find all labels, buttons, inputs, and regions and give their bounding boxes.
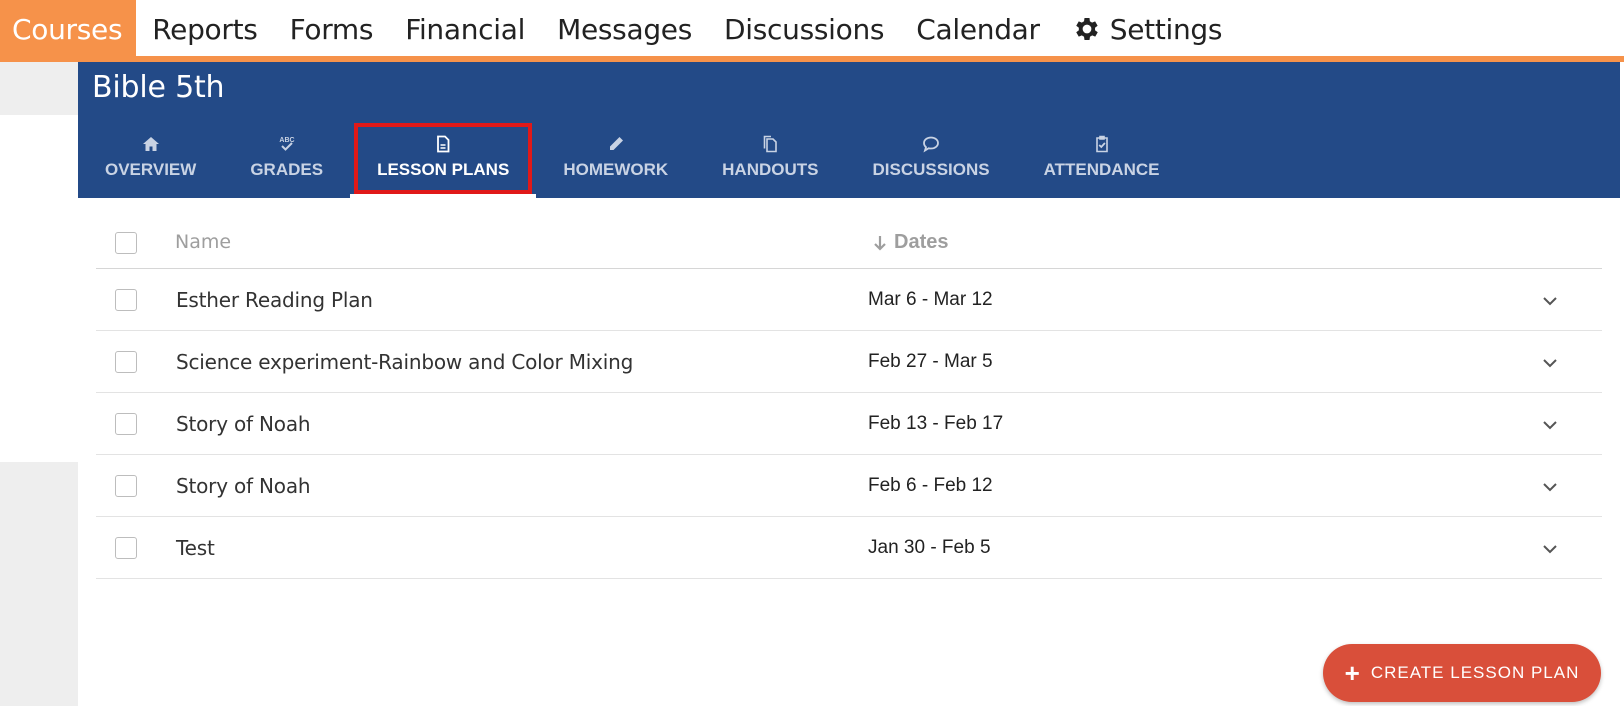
tab-overview[interactable]: OVERVIEW bbox=[78, 122, 223, 198]
chevron-down-icon[interactable] bbox=[1540, 477, 1560, 497]
nav-reports[interactable]: Reports bbox=[136, 0, 273, 58]
tab-handouts-label: HANDOUTS bbox=[722, 160, 819, 179]
row-checkbox[interactable] bbox=[115, 475, 137, 497]
tab-grades-label: GRADES bbox=[250, 160, 324, 179]
home-icon bbox=[142, 137, 159, 151]
left-gutter-bottom bbox=[0, 462, 78, 706]
table-row[interactable]: Story of Noah Feb 6 - Feb 12 bbox=[96, 455, 1602, 517]
lesson-name[interactable]: Science experiment-Rainbow and Color Mix… bbox=[176, 350, 633, 374]
arrow-down-icon bbox=[874, 235, 886, 251]
lesson-dates: Feb 13 - Feb 17 bbox=[868, 413, 1004, 434]
tab-overview-label: OVERVIEW bbox=[105, 160, 197, 179]
create-lesson-plan-button[interactable]: + CREATE LESSON PLAN bbox=[1323, 644, 1601, 702]
nav-calendar[interactable]: Calendar bbox=[900, 0, 1056, 58]
gear-icon bbox=[1076, 18, 1098, 40]
table-row[interactable]: Science experiment-Rainbow and Color Mix… bbox=[96, 331, 1602, 393]
row-checkbox[interactable] bbox=[115, 351, 137, 373]
pencil-icon bbox=[609, 137, 623, 152]
tab-discussions-label: DISCUSSIONS bbox=[872, 160, 990, 179]
chevron-down-icon[interactable] bbox=[1540, 291, 1560, 311]
course-header: Bible 5th OVERVIEW ABC GRADES LESSON PLA… bbox=[78, 62, 1620, 198]
row-checkbox[interactable] bbox=[115, 289, 137, 311]
lesson-dates: Mar 6 - Mar 12 bbox=[868, 289, 993, 310]
lesson-plans-table: Name Dates Esther Reading Plan Mar 6 - M… bbox=[96, 215, 1602, 579]
tab-handouts[interactable]: HANDOUTS bbox=[695, 122, 845, 198]
table-header: Name Dates bbox=[96, 215, 1602, 269]
table-row[interactable]: Esther Reading Plan Mar 6 - Mar 12 bbox=[96, 269, 1602, 331]
plus-icon: + bbox=[1344, 658, 1361, 688]
table-row[interactable]: Story of Noah Feb 13 - Feb 17 bbox=[96, 393, 1602, 455]
chevron-down-icon[interactable] bbox=[1540, 415, 1560, 435]
clipboard-check-icon bbox=[1095, 135, 1108, 153]
tab-lesson-plans-label: LESSON PLANS bbox=[377, 160, 510, 179]
chevron-down-icon[interactable] bbox=[1540, 353, 1560, 373]
tab-homework[interactable]: HOMEWORK bbox=[536, 122, 695, 198]
column-header-name[interactable]: Name bbox=[175, 231, 231, 253]
top-nav-items: Courses Reports Forms Financial Messages… bbox=[0, 0, 1238, 58]
document-icon bbox=[437, 135, 450, 153]
course-title: Bible 5th bbox=[92, 70, 225, 105]
lesson-name[interactable]: Story of Noah bbox=[176, 474, 311, 498]
lesson-name[interactable]: Esther Reading Plan bbox=[176, 288, 373, 312]
lesson-dates: Feb 6 - Feb 12 bbox=[868, 475, 993, 496]
grades-icon: ABC bbox=[279, 137, 294, 151]
tab-grades[interactable]: ABC GRADES bbox=[223, 122, 350, 198]
lesson-name[interactable]: Test bbox=[176, 536, 215, 560]
tab-discussions[interactable]: DISCUSSIONS bbox=[845, 122, 1016, 198]
tab-lesson-plans[interactable]: LESSON PLANS bbox=[350, 122, 537, 198]
nav-messages[interactable]: Messages bbox=[541, 0, 708, 58]
nav-settings-label: Settings bbox=[1109, 12, 1223, 46]
nav-financial[interactable]: Financial bbox=[389, 0, 541, 58]
tab-attendance-label: ATTENDANCE bbox=[1043, 160, 1160, 179]
speech-bubble-icon bbox=[923, 136, 939, 153]
column-header-dates[interactable]: Dates bbox=[872, 231, 948, 254]
create-lesson-plan-label: CREATE LESSON PLAN bbox=[1370, 663, 1580, 682]
nav-courses[interactable]: Courses bbox=[0, 0, 137, 58]
tab-homework-label: HOMEWORK bbox=[563, 160, 669, 179]
lesson-name[interactable]: Story of Noah bbox=[176, 412, 311, 436]
top-navigation: Courses Reports Forms Financial Messages… bbox=[0, 0, 1624, 62]
row-checkbox[interactable] bbox=[115, 413, 137, 435]
lesson-dates: Feb 27 - Mar 5 bbox=[868, 351, 993, 372]
svg-text:ABC: ABC bbox=[279, 137, 294, 144]
lesson-dates: Jan 30 - Feb 5 bbox=[868, 537, 991, 558]
nav-discussions[interactable]: Discussions bbox=[708, 0, 900, 58]
nav-forms[interactable]: Forms bbox=[274, 0, 390, 58]
course-tabs: OVERVIEW ABC GRADES LESSON PLANS HOMEWOR… bbox=[78, 122, 1186, 198]
chevron-down-icon[interactable] bbox=[1540, 539, 1560, 559]
row-checkbox[interactable] bbox=[115, 537, 137, 559]
select-all-checkbox[interactable] bbox=[115, 232, 137, 254]
nav-settings[interactable]: Settings bbox=[1056, 0, 1238, 58]
column-header-dates-label: Dates bbox=[894, 231, 949, 253]
tab-attendance[interactable]: ATTENDANCE bbox=[1017, 122, 1187, 198]
table-row[interactable]: Test Jan 30 - Feb 5 bbox=[96, 517, 1602, 579]
copy-icon bbox=[764, 135, 778, 153]
left-gutter-top bbox=[0, 62, 78, 115]
